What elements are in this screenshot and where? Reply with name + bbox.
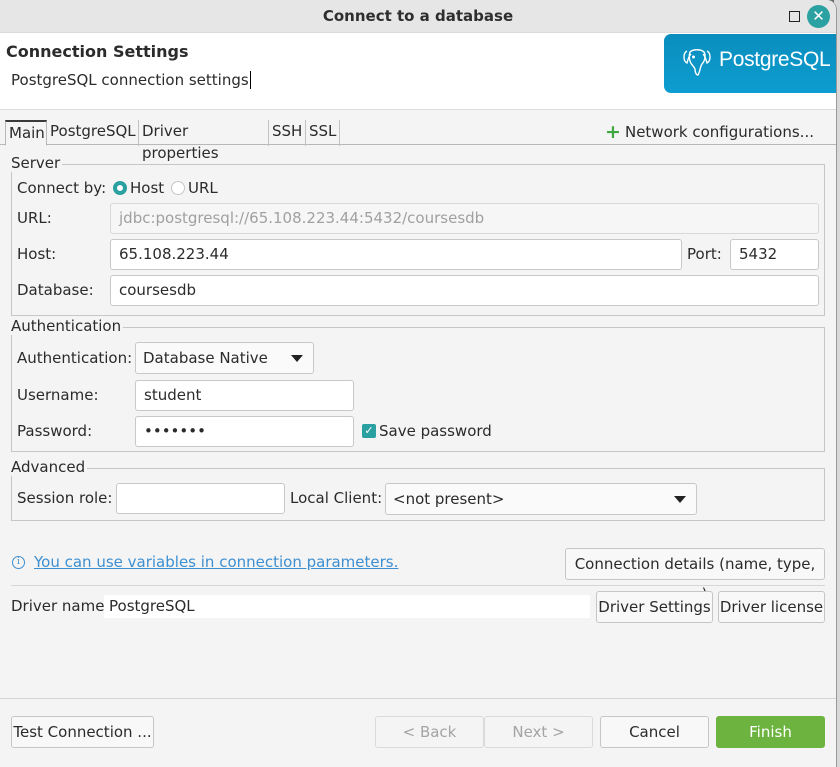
authentication-label: Authentication: [17, 349, 133, 367]
url-label: URL: [17, 209, 52, 227]
host-field[interactable]: 65.108.223.44 [110, 239, 682, 270]
back-button[interactable]: < Back [375, 716, 484, 748]
elephant-icon [683, 49, 711, 76]
logo-text: PostgreSQL [719, 48, 831, 71]
page-title: Connection Settings [6, 42, 189, 61]
host-radio[interactable] [113, 181, 127, 195]
url-field: jdbc:postgresql://65.108.223.44:5432/cou… [110, 203, 819, 234]
finish-button[interactable]: Finish [716, 716, 825, 748]
username-field[interactable]: student [135, 380, 354, 411]
host-radio-label[interactable]: Host [130, 179, 164, 197]
authentication-group-label: Authentication [11, 317, 124, 335]
tab-bar: Main PostgreSQL Driver properties SSH SS… [0, 112, 836, 162]
database-field[interactable]: coursesdb [110, 275, 819, 306]
tab-ssh[interactable]: SSH [269, 120, 306, 146]
plus-icon: + [605, 121, 621, 143]
connect-dialog: Connect to a database ✕ Connection Setti… [0, 0, 837, 767]
local-client-select[interactable]: <not present> [385, 483, 697, 515]
advanced-group-label: Advanced [11, 458, 88, 476]
maximize-icon[interactable] [789, 11, 800, 22]
cancel-button[interactable]: Cancel [600, 716, 709, 748]
wizard-header: Connection Settings PostgreSQL connectio… [0, 33, 836, 110]
chevron-down-icon [291, 355, 303, 362]
password-field[interactable]: ••••••• [135, 416, 354, 447]
tab-postgresql[interactable]: PostgreSQL [47, 120, 139, 146]
tab-driver-properties[interactable]: Driver properties [139, 120, 269, 162]
test-connection-button[interactable]: Test Connection ... [11, 716, 154, 748]
save-password-checkbox[interactable]: ✓ [362, 424, 376, 438]
driver-name-value: PostgreSQL [104, 595, 590, 618]
chevron-down-icon [674, 496, 686, 503]
save-password-label[interactable]: Save password [379, 422, 492, 440]
title-bar: Connect to a database ✕ [0, 0, 836, 33]
driver-settings-button[interactable]: Driver Settings [596, 591, 713, 623]
local-client-select-value: <not present> [393, 490, 505, 508]
connection-details-button[interactable]: Connection details (name, type, ... ) [565, 548, 825, 603]
variables-help-link[interactable]: You can use variables in connection para… [34, 553, 398, 571]
session-role-label: Session role: [17, 489, 113, 507]
database-label: Database: [17, 281, 94, 299]
url-radio[interactable] [171, 181, 185, 195]
driver-name-label: Driver name: [11, 597, 110, 615]
authentication-select-value: Database Native [143, 349, 268, 367]
port-label: Port: [687, 245, 722, 263]
port-field[interactable]: 5432 [730, 239, 819, 270]
password-label: Password: [17, 422, 93, 440]
local-client-label: Local Client: [290, 489, 383, 507]
network-configurations-button[interactable]: + Network configurations... [605, 121, 814, 143]
page-subtitle: PostgreSQL connection settings [11, 71, 251, 89]
session-role-field[interactable] [116, 483, 285, 514]
driver-license-button[interactable]: Driver license [718, 591, 825, 623]
info-icon: i [12, 556, 25, 569]
network-configurations-label: Network configurations... [624, 123, 814, 141]
tab-main[interactable]: Main [5, 120, 47, 146]
postgresql-logo: PostgreSQL [664, 34, 836, 93]
authentication-select[interactable]: Database Native [135, 342, 314, 374]
tab-ssl[interactable]: SSL [306, 120, 340, 146]
host-label: Host: [17, 245, 57, 263]
next-button[interactable]: Next > [484, 716, 593, 748]
close-icon[interactable]: ✕ [807, 5, 830, 28]
window-title: Connect to a database [322, 7, 514, 25]
server-group-label: Server [11, 154, 63, 172]
connect-by-label: Connect by: [17, 179, 107, 197]
username-label: Username: [17, 386, 99, 404]
footer-divider [0, 698, 836, 699]
divider [11, 585, 825, 586]
url-radio-label[interactable]: URL [188, 179, 218, 197]
